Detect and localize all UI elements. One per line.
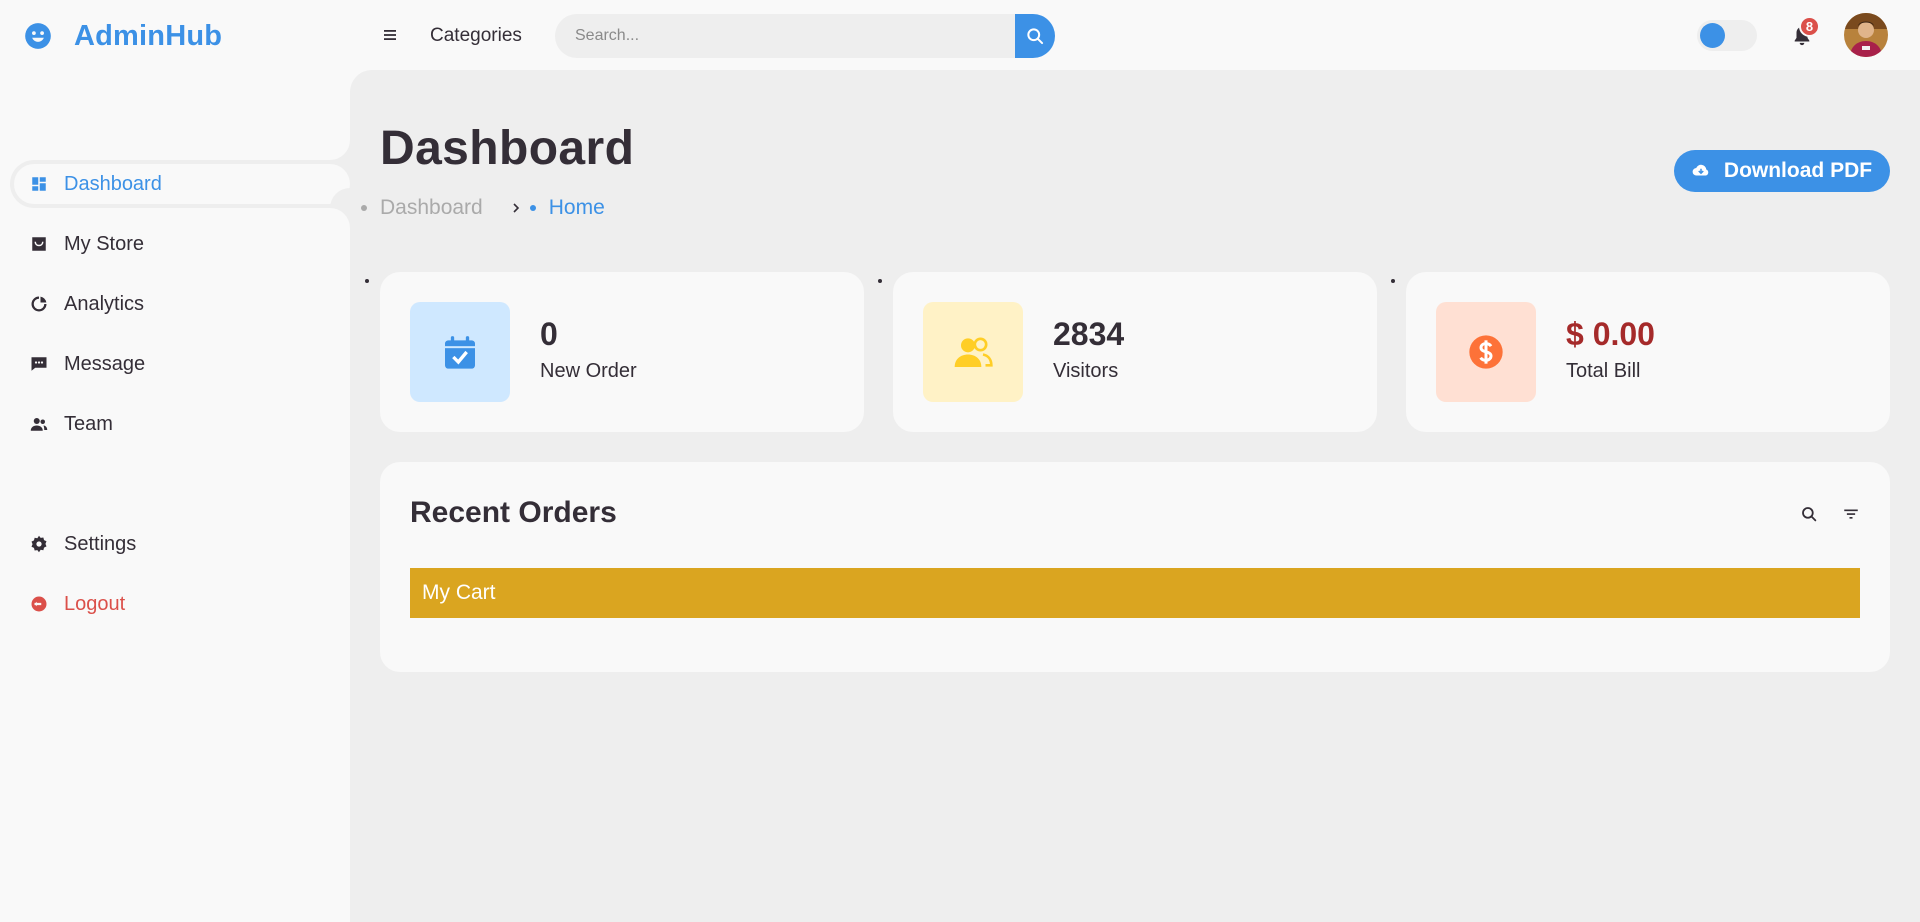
stat-label: New Order (540, 360, 637, 382)
brand-name: AdminHub (74, 19, 223, 52)
recent-orders-panel: Recent Orders My Cart (380, 462, 1890, 672)
dashboard-icon (32, 177, 46, 191)
sidebar-item-label: Team (64, 412, 113, 435)
stat-label: Visitors (1053, 360, 1119, 382)
stat-value: $ 0.00 (1566, 316, 1655, 352)
content-area: Categories 8 (350, 0, 1920, 922)
analytics-icon (31, 296, 47, 312)
stat-value: 2834 (1053, 316, 1125, 352)
sidebar-link-analytics[interactable]: Analytics (14, 284, 350, 324)
orders-filter-button[interactable] (1842, 505, 1860, 523)
my-cart-bar[interactable]: My Cart (410, 568, 1860, 618)
stat-value: 0 (540, 316, 558, 352)
search-icon (1802, 507, 1817, 522)
sidebar-item-label: Settings (64, 532, 137, 555)
search-form (555, 14, 1055, 58)
sidebar: AdminHub Dashboard My Store Analytics Me… (0, 0, 350, 922)
top-navbar: Categories 8 (350, 0, 1920, 70)
logout-icon (31, 596, 47, 612)
main-panel: Dashboard Dashboard Home Download PDF (350, 70, 1920, 922)
group-icon (954, 337, 993, 367)
sidebar-link-team[interactable]: Team (14, 404, 350, 444)
breadcrumb: Dashboard Home (380, 196, 605, 220)
sidebar-item-logout[interactable]: Logout (10, 580, 350, 628)
profile-avatar[interactable] (1844, 13, 1888, 57)
store-icon (32, 237, 46, 251)
sidebar-link-settings[interactable]: Settings (14, 524, 350, 564)
sidebar-item-analytics[interactable]: Analytics (10, 280, 350, 328)
sidebar-item-team[interactable]: Team (10, 400, 350, 448)
download-pdf-label: Download PDF (1723, 159, 1873, 182)
stats-row: 0 New Order 2834 Visitors (380, 272, 1890, 432)
categories-link[interactable]: Categories (430, 25, 522, 47)
theme-switch-knob (1700, 23, 1725, 48)
theme-switch[interactable] (1697, 20, 1757, 51)
menu-icon[interactable] (382, 27, 398, 43)
sidebar-item-label: Logout (64, 592, 126, 615)
sidebar-item-settings[interactable]: Settings (10, 520, 350, 568)
orders-search-button[interactable] (1800, 505, 1818, 523)
stat-tile (923, 302, 1023, 402)
dollar-circle-icon (1469, 335, 1503, 369)
sidebar-link-dashboard[interactable]: Dashboard (14, 164, 350, 204)
sidebar-item-label: My Store (64, 232, 145, 255)
side-menu-bottom: Settings Logout (0, 520, 350, 640)
sidebar-item-label: Message (64, 352, 146, 375)
sidebar-link-logout[interactable]: Logout (14, 584, 350, 624)
download-pdf-button[interactable]: Download PDF (1674, 150, 1890, 192)
sidebar-item-message[interactable]: Message (10, 340, 350, 388)
sidebar-item-label: Dashboard (64, 172, 162, 195)
brand-logo[interactable]: AdminHub (24, 18, 222, 54)
sidebar-item-my-store[interactable]: My Store (10, 220, 350, 268)
sidebar-item-dashboard[interactable]: Dashboard (10, 160, 350, 208)
breadcrumb-home[interactable]: Home (549, 196, 605, 220)
stat-card-visitors: 2834 Visitors (893, 272, 1377, 432)
message-icon (31, 357, 47, 371)
sidebar-item-label: Analytics (64, 292, 145, 315)
stat-card-total-bill: $ 0.00 Total Bill (1406, 272, 1890, 432)
side-menu-top: Dashboard My Store Analytics Message Tea… (0, 160, 350, 460)
recent-orders-title: Recent Orders (410, 496, 617, 529)
search-button[interactable] (1015, 14, 1055, 58)
cloud-download-icon (1692, 164, 1709, 176)
stat-tile (1436, 302, 1536, 402)
sidebar-link-my-store[interactable]: My Store (14, 224, 350, 264)
breadcrumb-dashboard[interactable]: Dashboard (380, 196, 483, 220)
chevron-right-icon (513, 203, 519, 213)
search-icon (1027, 28, 1044, 45)
page-title: Dashboard (380, 122, 635, 175)
avatar-image (1844, 13, 1888, 57)
sidebar-link-message[interactable]: Message (14, 344, 350, 384)
stat-label: Total Bill (1566, 360, 1641, 382)
notification-count-badge: 8 (1799, 16, 1820, 37)
calendar-check-icon (445, 336, 475, 369)
smiley-icon (25, 23, 51, 49)
stat-tile (410, 302, 510, 402)
filter-icon (1844, 509, 1858, 519)
search-input[interactable] (555, 14, 1015, 58)
gear-icon (31, 535, 47, 553)
stat-card-new-order: 0 New Order (380, 272, 864, 432)
team-icon (30, 418, 48, 431)
